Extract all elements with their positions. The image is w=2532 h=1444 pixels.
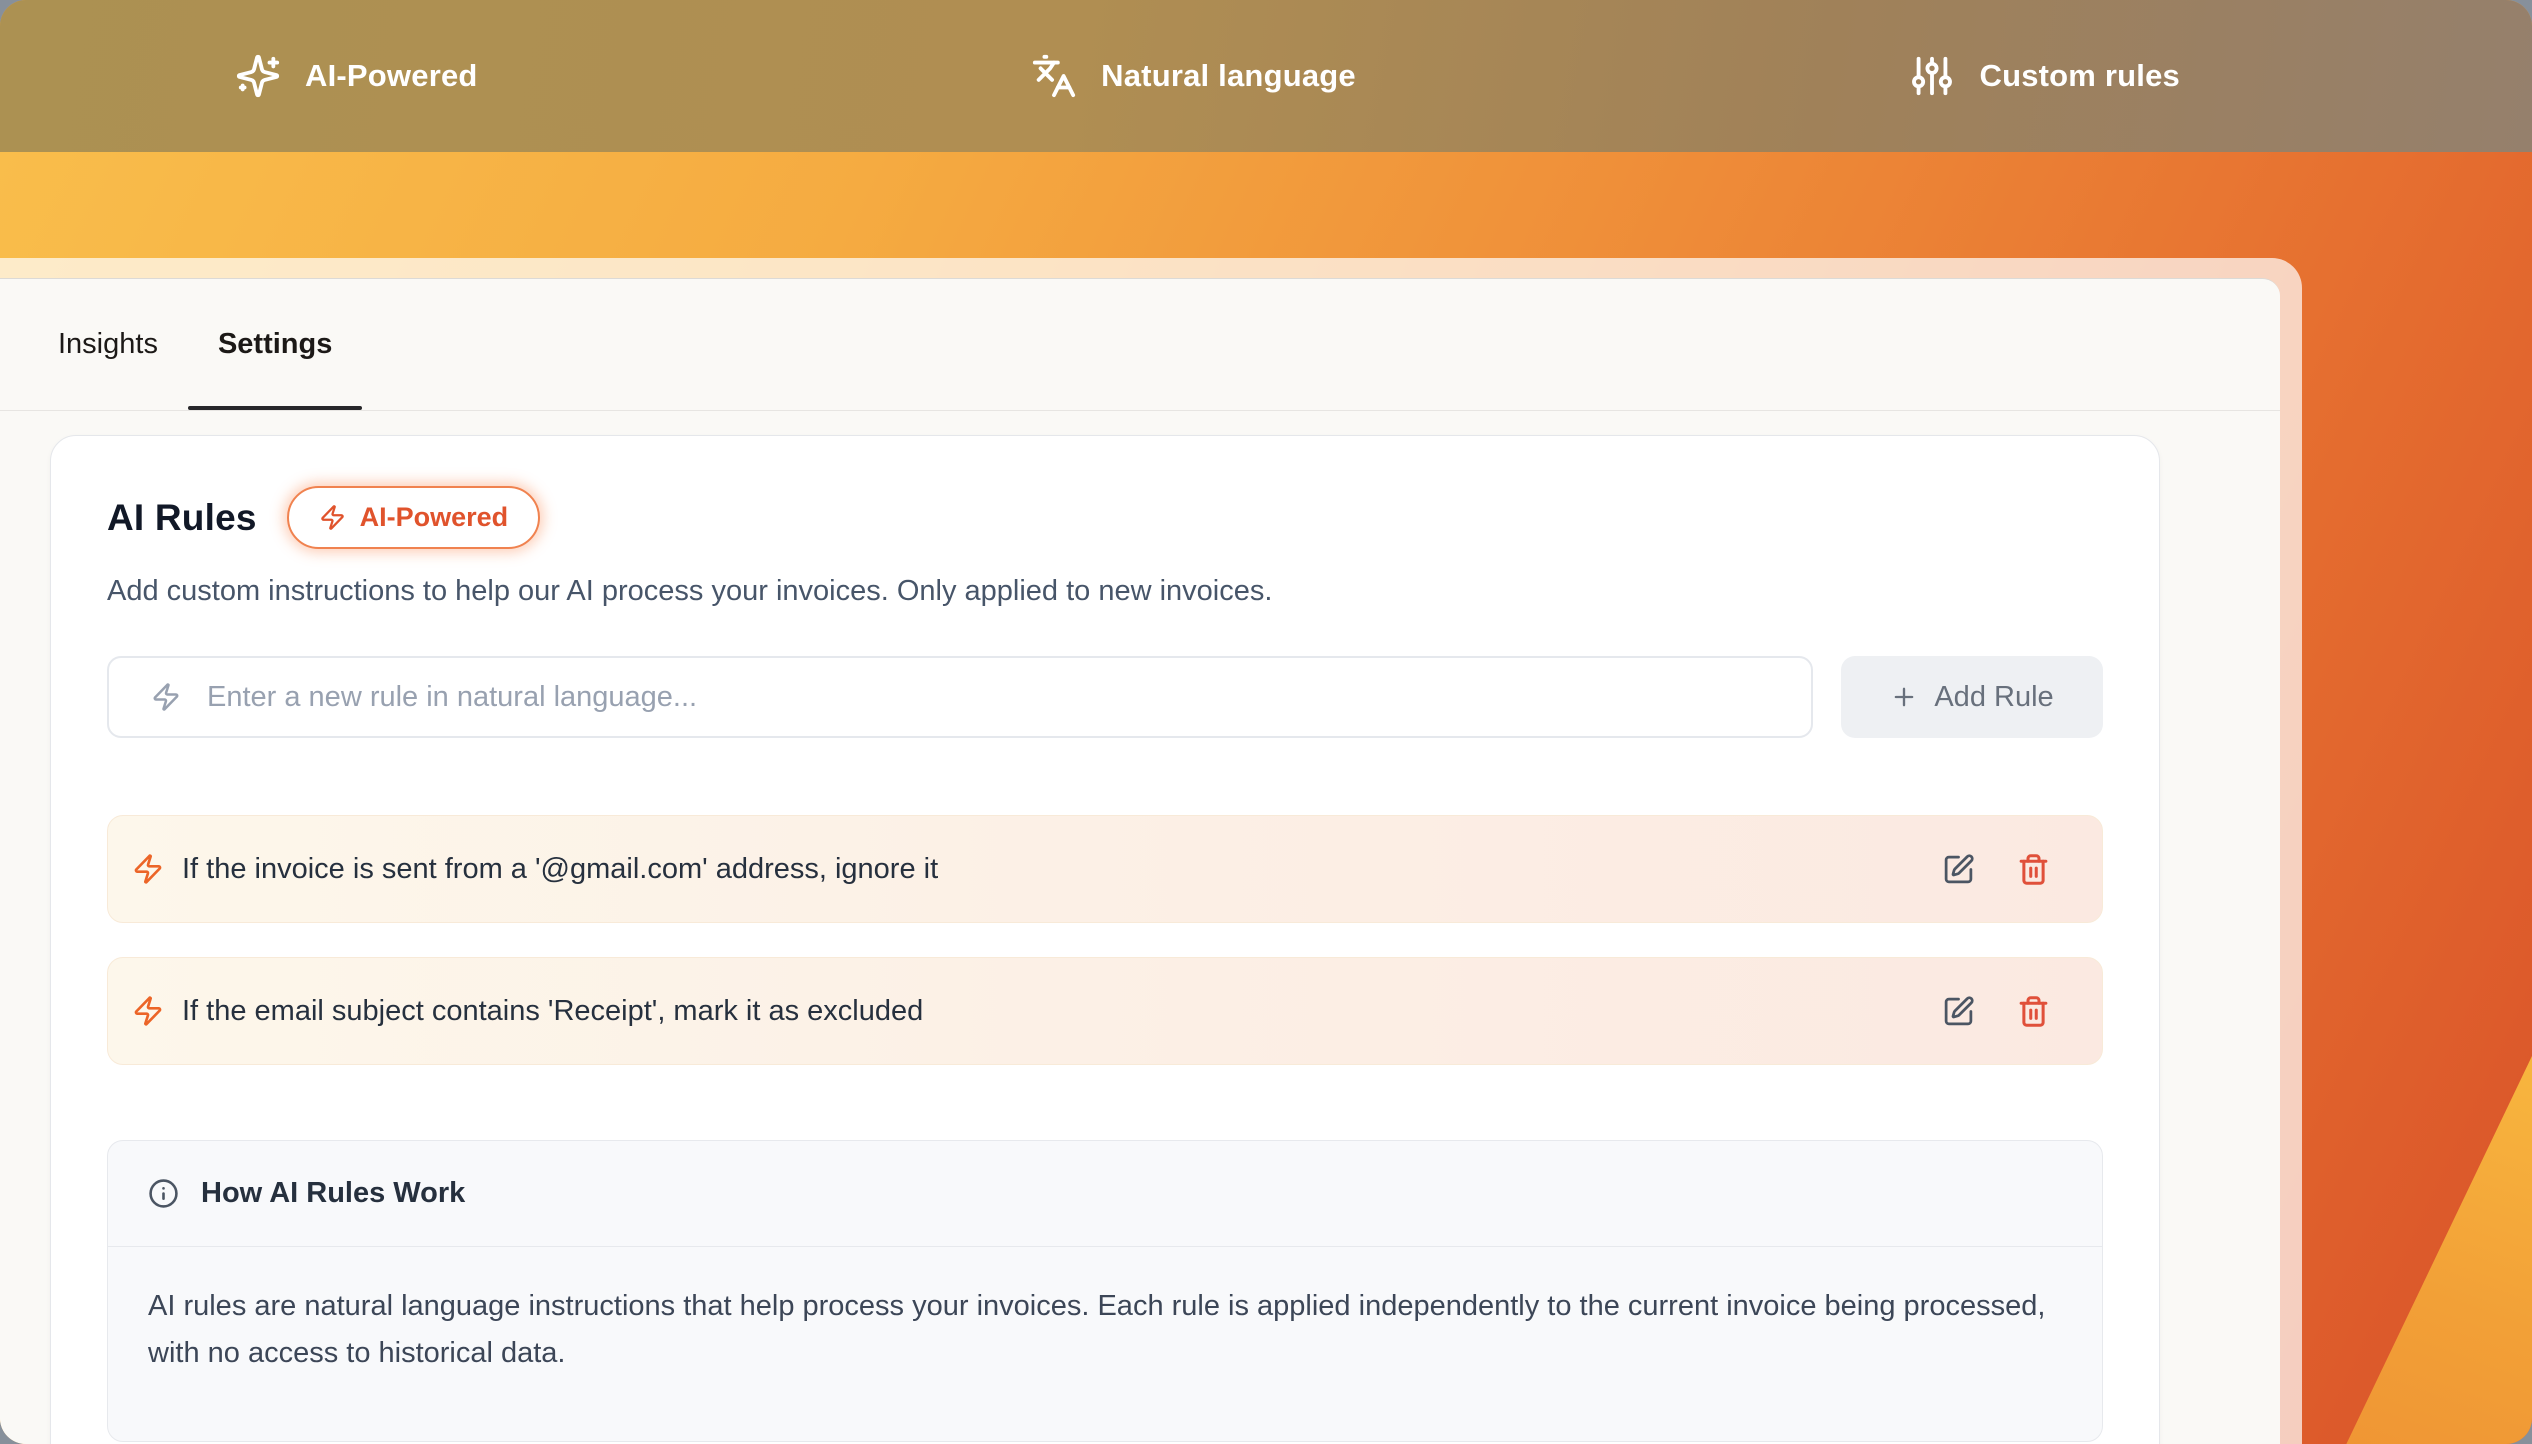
tab-insights[interactable]: Insights <box>28 279 188 410</box>
add-rule-button[interactable]: Add Rule <box>1841 656 2103 738</box>
feature-custom-rules: Custom rules <box>1909 53 2180 99</box>
rule-actions <box>1942 853 2050 886</box>
tab-settings[interactable]: Settings <box>188 279 362 410</box>
delete-rule-button[interactable] <box>2017 853 2050 886</box>
delete-rule-button[interactable] <box>2017 995 2050 1028</box>
rule-text: If the invoice is sent from a '@gmail.co… <box>182 853 1942 886</box>
how-ai-rules-work-box: How AI Rules Work AI rules are natural l… <box>107 1140 2103 1442</box>
app-window-content: Insights Settings AI Rules AI-Powered Ad… <box>0 278 2280 1444</box>
feature-ai-powered: AI-Powered <box>235 53 478 99</box>
new-rule-input-wrap <box>107 656 1813 738</box>
ai-powered-badge: AI-Powered <box>287 486 541 549</box>
edit-icon <box>1942 853 1975 886</box>
info-box-title: How AI Rules Work <box>201 1177 465 1210</box>
zap-icon <box>132 995 164 1027</box>
ai-rules-description: Add custom instructions to help our AI p… <box>107 575 2103 608</box>
edit-icon <box>1942 995 1975 1028</box>
ai-rules-card: AI Rules AI-Powered Add custom instructi… <box>50 435 2160 1444</box>
sliders-icon <box>1909 53 1955 99</box>
app-window: Insights Settings AI Rules AI-Powered Ad… <box>0 258 2302 1444</box>
sparkles-icon <box>235 53 281 99</box>
edit-rule-button[interactable] <box>1942 995 1975 1028</box>
info-box-header: How AI Rules Work <box>108 1141 2102 1247</box>
feature-label: AI-Powered <box>305 58 478 94</box>
rules-list: If the invoice is sent from a '@gmail.co… <box>107 815 2103 1065</box>
feature-natural-language: Natural language <box>1031 53 1356 99</box>
languages-icon <box>1031 53 1077 99</box>
zap-icon <box>151 682 181 712</box>
tab-bar: Insights Settings <box>0 279 2280 411</box>
badge-label: AI-Powered <box>360 502 509 533</box>
rule-row: If the email subject contains 'Receipt',… <box>107 957 2103 1065</box>
feature-label: Custom rules <box>1979 58 2180 94</box>
page-title: AI Rules <box>107 497 257 539</box>
info-icon <box>148 1178 179 1209</box>
info-box-text: AI rules are natural language instructio… <box>148 1283 2058 1377</box>
zap-icon <box>132 853 164 885</box>
feature-banner: AI-Powered Natural language Custom rules <box>0 0 2532 152</box>
trash-icon <box>2017 853 2050 886</box>
add-rule-label: Add Rule <box>1934 681 2053 714</box>
info-box-body: AI rules are natural language instructio… <box>108 1247 2102 1441</box>
rule-actions <box>1942 995 2050 1028</box>
wallpaper-diagonal-wedge <box>2297 1044 2532 1444</box>
zap-icon <box>319 504 346 531</box>
rule-row: If the invoice is sent from a '@gmail.co… <box>107 815 2103 923</box>
feature-label: Natural language <box>1101 58 1356 94</box>
new-rule-input[interactable] <box>207 681 1781 714</box>
screenshot-root: AI-Powered Natural language Custom rules… <box>0 0 2532 1444</box>
trash-icon <box>2017 995 2050 1028</box>
edit-rule-button[interactable] <box>1942 853 1975 886</box>
rule-text: If the email subject contains 'Receipt',… <box>182 995 1942 1028</box>
new-rule-row: Add Rule <box>107 656 2103 738</box>
ai-rules-heading-row: AI Rules AI-Powered <box>107 486 2103 549</box>
plus-icon <box>1890 683 1918 711</box>
